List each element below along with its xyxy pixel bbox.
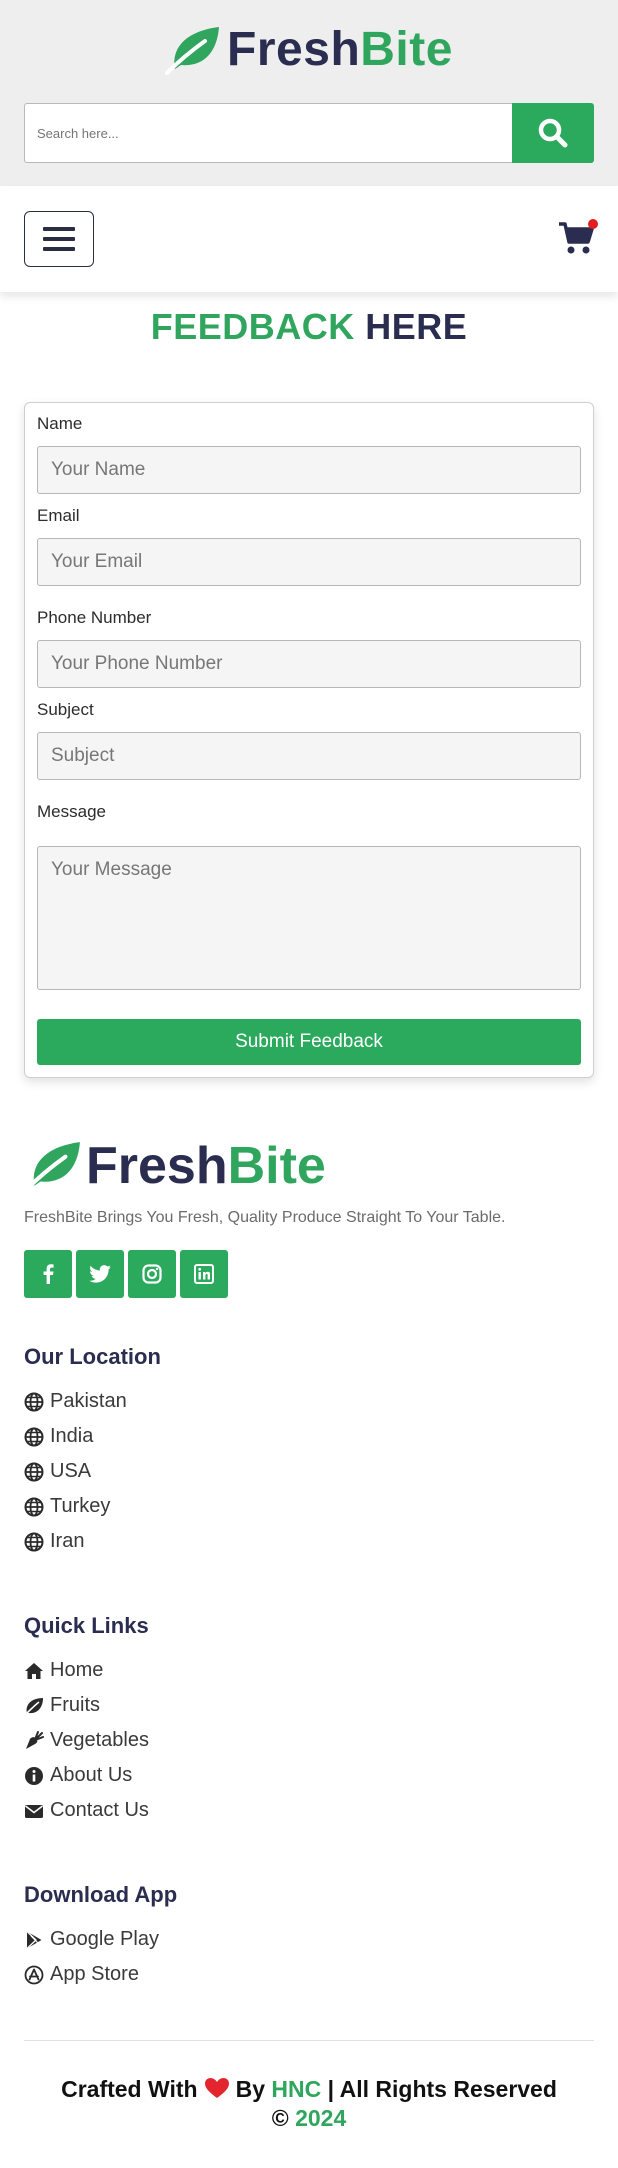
email-field[interactable] <box>37 538 581 586</box>
cart-badge <box>588 219 598 229</box>
instagram-icon <box>142 1264 162 1284</box>
rights-text: | All Rights Reserved <box>327 2076 557 2102</box>
download-heading: Download App <box>24 1882 178 1907</box>
quick-links-list: Home Fruits Vegetables About Us Contact … <box>24 1653 594 1828</box>
globe-icon <box>24 1392 44 1411</box>
location-item: Turkey <box>24 1489 594 1524</box>
page-title: FEEDBACK HERE <box>0 307 618 347</box>
email-label: Email <box>37 506 80 525</box>
logo-text-fresh: Fresh <box>227 23 361 76</box>
copyright: Crafted With By HNC | All Rights Reserved… <box>24 2075 594 2133</box>
submit-feedback-button[interactable]: Submit Feedback <box>37 1019 581 1065</box>
envelope-icon <box>25 1804 43 1818</box>
site-footer: Fresh Bite FreshBite Brings You Fresh, Qu… <box>0 1138 618 2133</box>
search-icon <box>538 118 568 148</box>
app-store-icon <box>24 1965 44 1984</box>
footer-logo[interactable]: Fresh Bite <box>24 1138 594 1194</box>
leaf-logo-icon <box>24 1142 80 1192</box>
footer-logo-text-fresh: Fresh <box>86 1137 228 1195</box>
location-label: Pakistan <box>50 1390 127 1412</box>
social-links <box>24 1250 594 1298</box>
quick-links-heading: Quick Links <box>24 1613 149 1638</box>
home-icon <box>25 1662 43 1679</box>
site-header: Fresh Bite <box>0 0 618 186</box>
search-bar <box>24 103 594 163</box>
carrot-icon <box>26 1730 44 1749</box>
page-title-part1: FEEDBACK <box>150 306 355 347</box>
twitter-icon <box>89 1265 111 1283</box>
footer-tagline: FreshBite Brings You Fresh, Quality Prod… <box>24 1209 506 1226</box>
quick-link-home[interactable]: Home <box>24 1653 594 1688</box>
download-label: App Store <box>50 1963 139 1985</box>
crafted-with-text: Crafted With <box>61 2076 198 2102</box>
quick-link-about[interactable]: About Us <box>24 1758 594 1793</box>
footer-divider <box>24 2040 594 2041</box>
google-play-link[interactable]: Google Play <box>24 1922 594 1957</box>
location-label: India <box>50 1425 94 1447</box>
by-text: By <box>235 2076 266 2102</box>
linkedin-icon <box>194 1264 214 1284</box>
location-item: India <box>24 1419 594 1454</box>
leaf-logo-icon <box>165 27 220 75</box>
search-button[interactable] <box>512 103 594 163</box>
heart-icon <box>204 2078 229 2098</box>
location-label: USA <box>50 1460 92 1482</box>
location-label: Turkey <box>50 1495 111 1517</box>
instagram-link[interactable] <box>128 1250 176 1298</box>
copyright-year: 2024 <box>295 2105 347 2131</box>
phone-label: Phone Number <box>37 608 152 627</box>
info-icon <box>25 1766 43 1785</box>
author-link[interactable]: HNC <box>271 2076 321 2102</box>
logo[interactable]: Fresh Bite <box>0 24 618 76</box>
phone-field[interactable] <box>37 640 581 688</box>
quick-link-contact[interactable]: Contact Us <box>24 1793 594 1828</box>
page-title-part2: HERE <box>365 306 468 347</box>
quick-link-label: Vegetables <box>50 1729 149 1751</box>
globe-icon <box>24 1427 44 1446</box>
facebook-link[interactable] <box>24 1250 72 1298</box>
location-item: Pakistan <box>24 1384 594 1419</box>
linkedin-link[interactable] <box>180 1250 228 1298</box>
twitter-link[interactable] <box>76 1250 124 1298</box>
download-list: Google Play App Store <box>24 1922 594 1992</box>
download-label: Google Play <box>50 1928 159 1950</box>
quick-link-label: Fruits <box>50 1694 100 1716</box>
location-label: Iran <box>50 1530 85 1552</box>
location-list: Pakistan India USA Turkey Iran <box>24 1384 594 1559</box>
quick-link-label: Home <box>50 1659 104 1681</box>
feedback-form: Name Email Phone Number Subject Message … <box>24 402 594 1078</box>
hamburger-menu-button[interactable] <box>24 211 94 267</box>
search-input[interactable] <box>24 103 512 163</box>
hamburger-line <box>43 237 75 241</box>
globe-icon <box>24 1497 44 1516</box>
globe-icon <box>24 1462 44 1481</box>
app-store-link[interactable]: App Store <box>24 1957 594 1992</box>
subject-field[interactable] <box>37 732 581 780</box>
google-play-icon <box>26 1930 42 1949</box>
navbar <box>0 186 618 292</box>
name-field[interactable] <box>37 446 581 494</box>
quick-link-fruits[interactable]: Fruits <box>24 1688 594 1723</box>
cart-button[interactable] <box>558 219 598 257</box>
message-label: Message <box>37 802 106 821</box>
quick-link-label: About Us <box>50 1764 133 1786</box>
message-field[interactable] <box>37 846 581 990</box>
facebook-icon <box>43 1264 54 1284</box>
name-label: Name <box>37 414 83 433</box>
hamburger-icon <box>43 227 75 231</box>
location-item: USA <box>24 1454 594 1489</box>
quick-link-label: Contact Us <box>50 1799 149 1821</box>
hamburger-line <box>43 247 75 251</box>
quick-link-vegetables[interactable]: Vegetables <box>24 1723 594 1758</box>
globe-icon <box>24 1532 44 1551</box>
location-heading: Our Location <box>24 1344 161 1369</box>
copyright-symbol: © <box>271 2105 289 2131</box>
footer-logo-text-bite: Bite <box>227 1137 326 1195</box>
location-item: Iran <box>24 1524 594 1559</box>
leaf-icon <box>24 1697 43 1716</box>
subject-label: Subject <box>37 700 94 719</box>
logo-text-bite: Bite <box>360 23 453 76</box>
